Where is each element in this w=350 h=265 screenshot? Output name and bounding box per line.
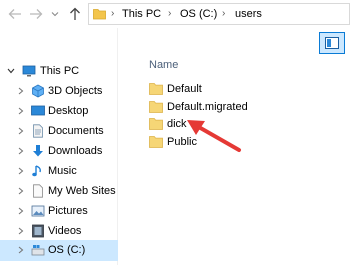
chevron-right-icon[interactable]	[16, 85, 26, 97]
folder-name: Default.migrated	[167, 101, 248, 113]
web-sites-icon	[33, 184, 43, 198]
folder-icon	[149, 136, 163, 148]
folder-icon	[149, 101, 163, 113]
breadcrumb-users[interactable]: users	[235, 7, 262, 21]
chevron-down-icon	[51, 12, 59, 17]
nav-item-my-web-sites[interactable]: My Web Sites or	[0, 181, 118, 201]
nav-item-documents[interactable]: Documents	[0, 121, 118, 141]
nav-item-label: Documents	[48, 125, 104, 137]
nav-item-label: This PC	[40, 65, 80, 77]
folder-item[interactable]: Default	[149, 80, 269, 98]
back-button[interactable]	[6, 4, 24, 24]
nav-item-label: 3D Objects	[48, 85, 103, 97]
chevron-right-icon[interactable]	[16, 145, 26, 157]
nav-item-label: Desktop	[48, 105, 89, 117]
nav-item-this-pc[interactable]: This PC	[0, 61, 118, 81]
videos-icon	[32, 224, 44, 238]
nav-item-label: Downloads	[48, 145, 103, 157]
pictures-icon	[31, 205, 45, 217]
nav-item-label: Music	[48, 165, 77, 177]
chevron-right-icon[interactable]	[16, 185, 26, 197]
breadcrumb-separator-icon: ›	[168, 8, 172, 19]
nav-item-os-c[interactable]: OS (C:)	[0, 240, 118, 261]
pc-icon	[22, 65, 36, 77]
desktop-icon	[31, 105, 45, 116]
back-arrow-icon	[8, 9, 21, 19]
drive-icon	[31, 245, 45, 256]
downloads-icon	[33, 145, 43, 157]
folder-name: Default	[167, 83, 202, 95]
3d-objects-icon	[32, 84, 44, 98]
breadcrumb-os-c[interactable]: OS (C:)	[180, 7, 217, 21]
annotation-arrow-icon	[187, 120, 241, 152]
chevron-right-icon[interactable]	[16, 125, 26, 137]
nav-item-3d-objects[interactable]: 3D Objects	[0, 81, 118, 101]
breadcrumb-separator-icon: ›	[111, 8, 115, 19]
music-icon	[32, 165, 41, 177]
folder-icon	[149, 118, 163, 130]
breadcrumb-separator-icon: ›	[222, 8, 226, 19]
nav-item-label: Videos	[48, 225, 82, 237]
nav-item-desktop[interactable]: Desktop	[0, 101, 118, 121]
nav-item-label: Pictures	[48, 205, 88, 217]
details-view-button[interactable]	[319, 32, 345, 54]
up-arrow-icon	[70, 7, 80, 20]
chevron-down-icon[interactable]	[6, 65, 16, 77]
nav-item-videos[interactable]: Videos	[0, 221, 118, 241]
column-header-name[interactable]: Name	[149, 59, 178, 71]
breadcrumb-this-pc[interactable]: This PC	[122, 7, 161, 21]
address-bar[interactable]: › This PC › OS (C:) › users	[88, 3, 350, 25]
chevron-right-icon[interactable]	[16, 105, 26, 117]
forward-button[interactable]	[27, 4, 45, 24]
folder-icon	[149, 83, 163, 95]
chevron-right-icon[interactable]	[16, 225, 26, 237]
nav-item-label: OS (C:)	[48, 244, 86, 256]
details-view-icon	[325, 37, 339, 49]
chevron-right-icon[interactable]	[16, 244, 26, 256]
forward-arrow-icon	[30, 9, 43, 19]
recent-locations-button[interactable]	[49, 4, 61, 24]
navigation-bar: › This PC › OS (C:) › users	[0, 0, 350, 28]
folder-icon	[93, 9, 106, 20]
chevron-right-icon[interactable]	[16, 165, 26, 177]
up-button[interactable]	[66, 4, 84, 24]
nav-item-downloads[interactable]: Downloads	[0, 141, 118, 161]
navigation-pane: This PC 3D Objects Desktop Documents Dow…	[0, 28, 118, 265]
nav-item-pictures[interactable]: Pictures	[0, 201, 118, 221]
documents-icon	[33, 124, 43, 138]
chevron-right-icon[interactable]	[16, 205, 26, 217]
nav-item-label: My Web Sites or	[48, 185, 118, 197]
nav-item-music[interactable]: Music	[0, 161, 118, 181]
